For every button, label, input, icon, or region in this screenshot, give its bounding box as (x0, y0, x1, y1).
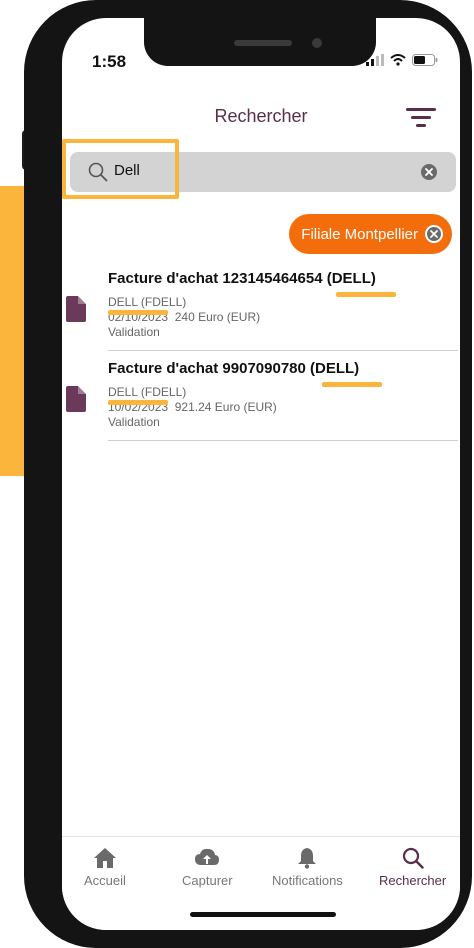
nav-label: Accueil (84, 873, 126, 888)
nav-item-capturer[interactable]: Capturer (182, 847, 233, 888)
highlight-underline (322, 382, 382, 387)
divider (108, 350, 458, 351)
result-title: Facture d'achat 9907090780 (DELL) (108, 360, 360, 377)
document-icon (66, 386, 86, 412)
filter-icon[interactable] (406, 106, 436, 128)
page-title: Rechercher (214, 106, 308, 126)
nav-item-accueil[interactable]: Accueil (84, 847, 126, 888)
speaker-grille (234, 40, 292, 46)
result-status: Validation (108, 325, 160, 339)
result-supplier: DELL (FDELL) (108, 295, 187, 309)
nav-label: Notifications (272, 873, 343, 888)
result-amount: 240 Euro (EUR) (174, 310, 261, 324)
filter-chip[interactable]: Filiale Montpellier (289, 214, 452, 254)
result-status: Validation (108, 415, 160, 429)
phone-screen: 1:58 Rechercher Dell Filiale Montpellier… (62, 18, 460, 930)
clear-search-icon[interactable] (420, 163, 438, 181)
phone-notch (144, 18, 376, 66)
nav-label: Rechercher (379, 873, 447, 888)
signal-icon (366, 54, 384, 66)
result-title: Facture d'achat 123145464654 (DELL) (108, 270, 376, 287)
highlight-underline (336, 292, 396, 297)
status-time: 1:58 (92, 52, 127, 71)
search-icon (402, 847, 424, 869)
filter-chip-label: Filiale Montpellier (301, 225, 418, 243)
front-camera (312, 38, 322, 48)
bell-icon (298, 848, 317, 869)
home-icon (93, 848, 116, 868)
document-icon (66, 296, 86, 322)
nav-item-rechercher[interactable]: Rechercher (379, 847, 446, 888)
nav-item-notifications[interactable]: Notifications (272, 847, 343, 888)
result-amount: 921.24 Euro (EUR) (174, 400, 277, 414)
result-supplier: DELL (FDELL) (108, 385, 187, 399)
highlight-underline (108, 400, 168, 405)
home-indicator[interactable] (190, 912, 336, 917)
wifi-icon (390, 54, 406, 66)
divider (108, 440, 458, 441)
status-icons (366, 54, 438, 66)
list-item[interactable]: Facture d'achat 9907090780 (DELL) DELL (… (62, 360, 460, 450)
list-item[interactable]: Facture d'achat 123145464654 (DELL) DELL… (62, 270, 460, 360)
nav-label: Capturer (182, 873, 233, 888)
remove-filter-icon[interactable] (424, 224, 444, 244)
search-highlight-box (62, 139, 179, 199)
highlight-underline (108, 310, 168, 315)
battery-icon (412, 54, 438, 66)
cloud-upload-icon (195, 848, 220, 865)
